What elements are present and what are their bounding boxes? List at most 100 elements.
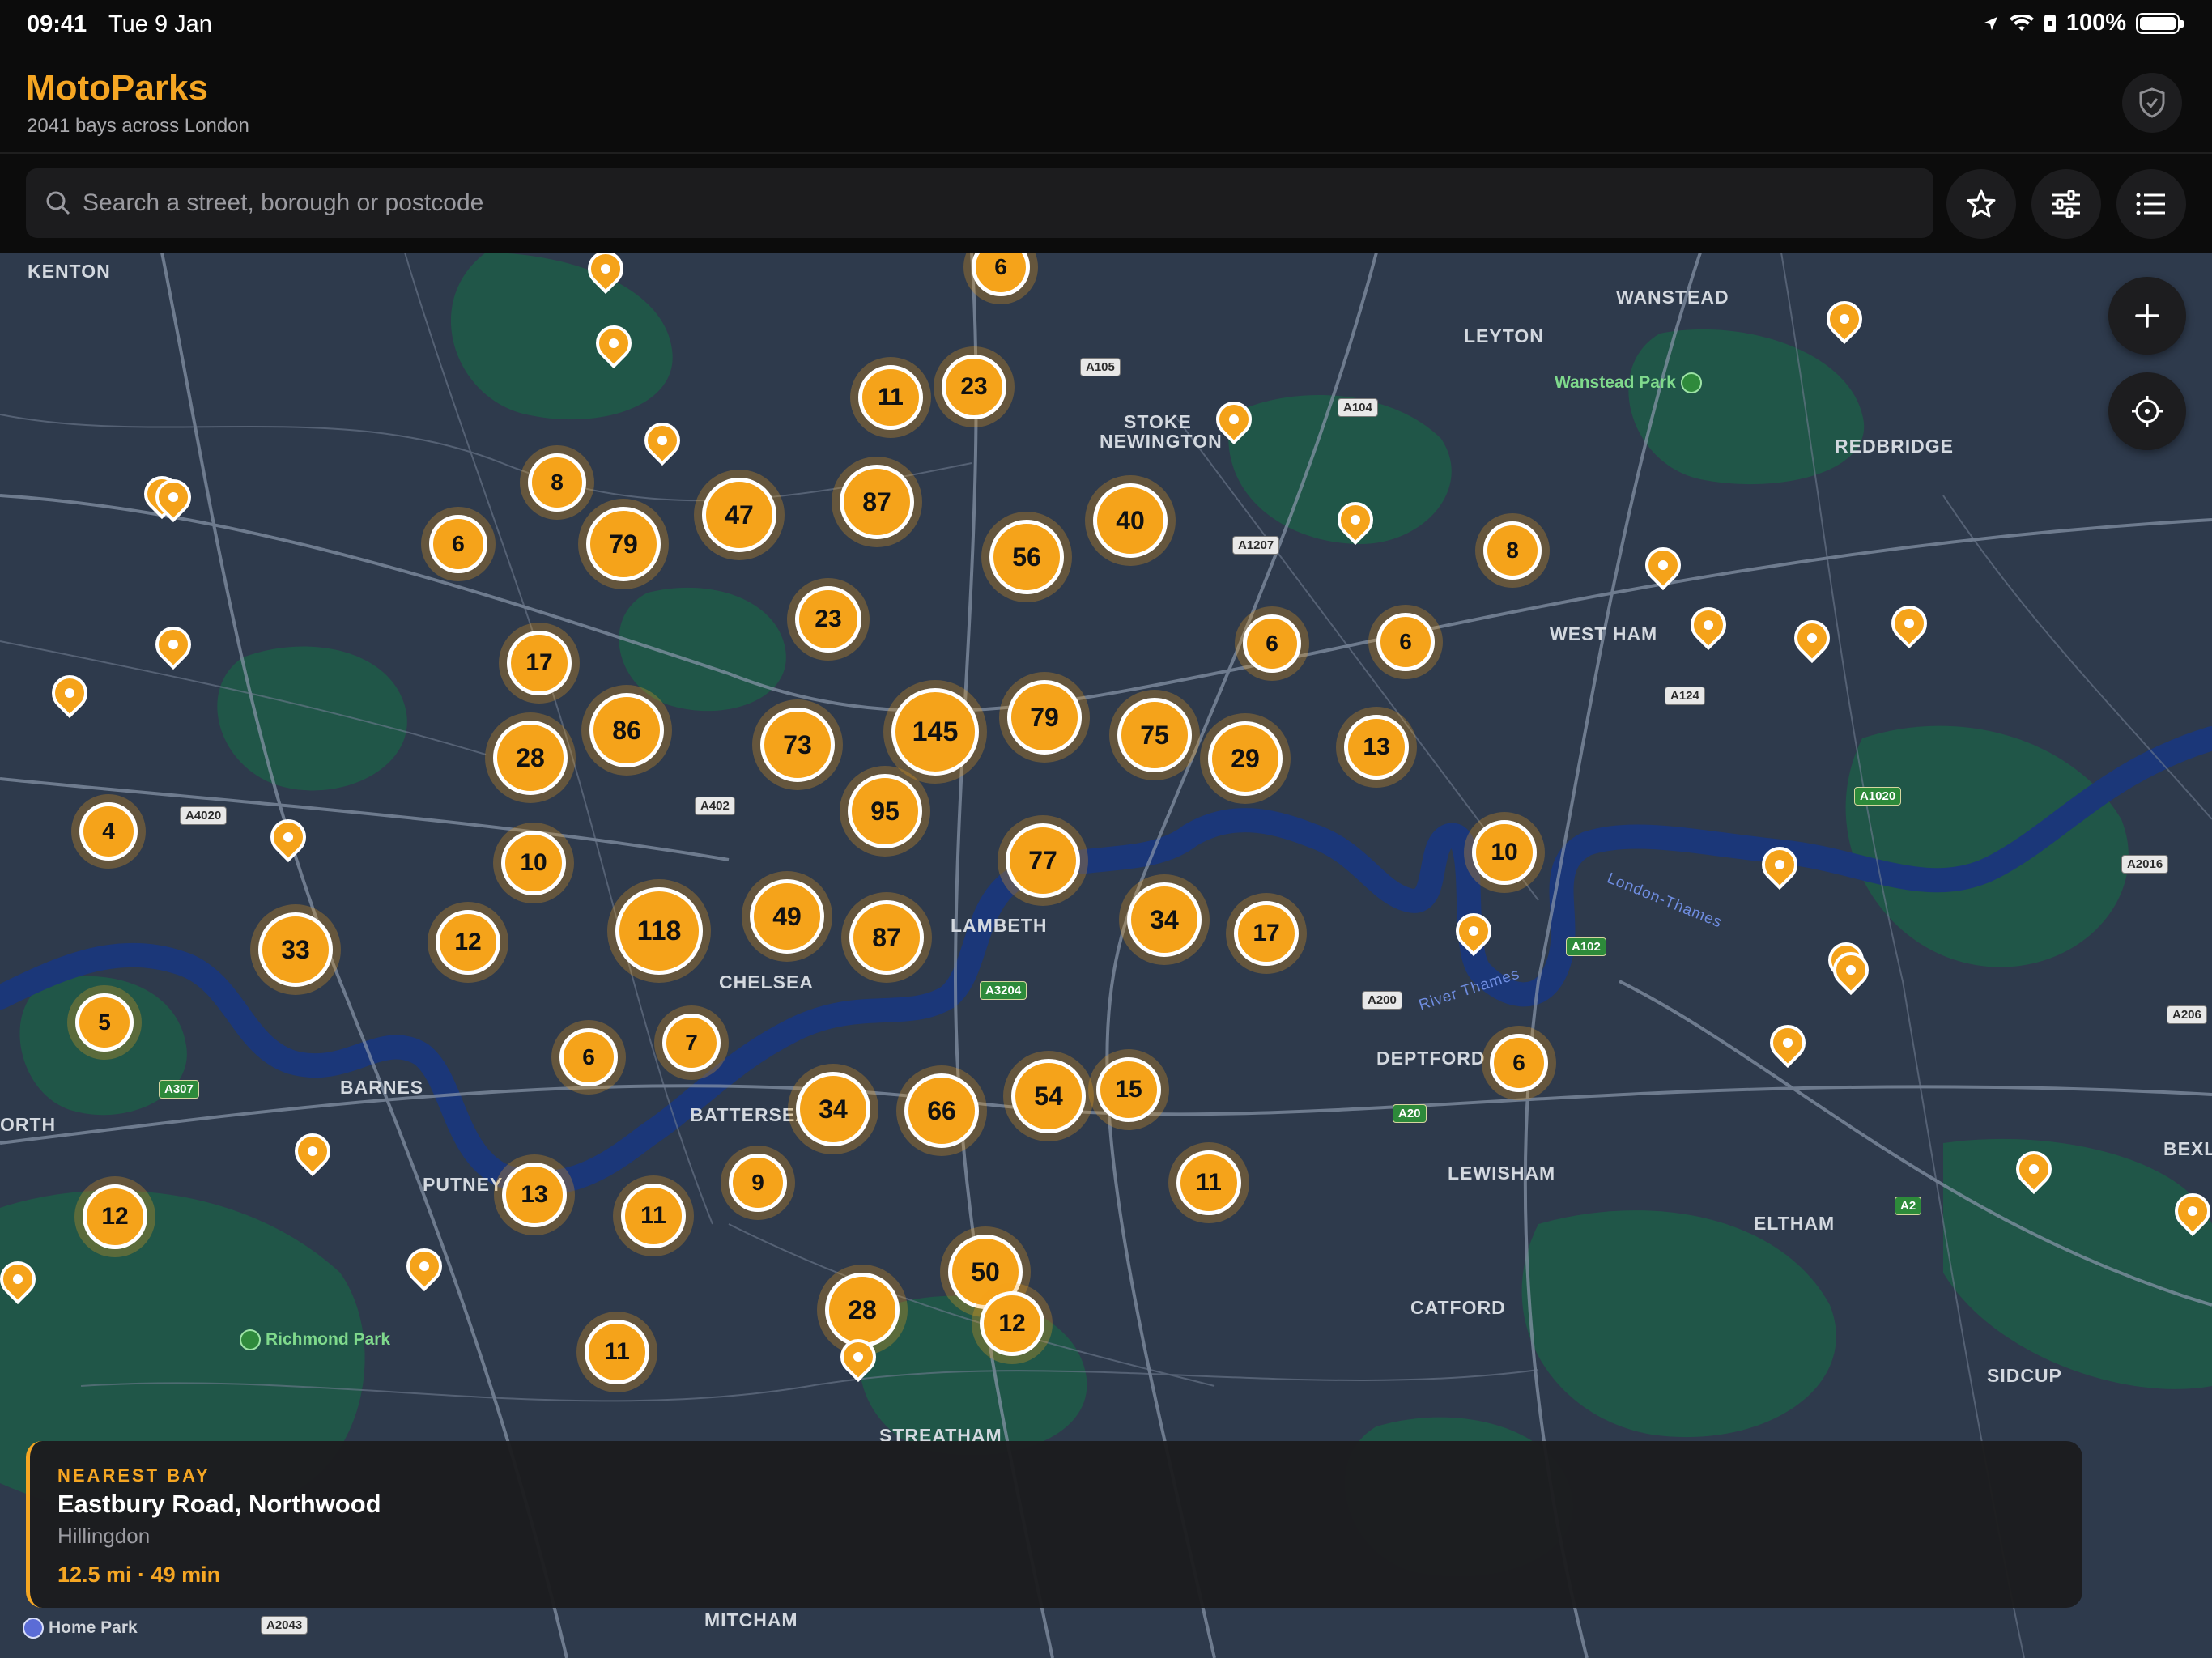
road-shield: A2043 <box>261 1616 308 1635</box>
bay-cluster[interactable]: 47 <box>702 478 776 552</box>
bay-cluster[interactable]: 6 <box>1490 1034 1548 1092</box>
location-arrow-icon <box>1984 16 1998 30</box>
road-shield: A307 <box>159 1080 199 1099</box>
bay-cluster[interactable]: 40 <box>1093 483 1168 558</box>
bay-cluster[interactable]: 11 <box>621 1184 686 1248</box>
road-shield: A402 <box>695 797 735 815</box>
road-shield: A124 <box>1665 687 1705 705</box>
status-date: Tue 9 Jan <box>108 11 212 37</box>
app-title: MotoParks <box>26 68 208 108</box>
bay-cluster[interactable]: 79 <box>586 507 661 581</box>
place-label: LEYTON <box>1464 325 1544 346</box>
bay-cluster[interactable]: 8 <box>528 453 586 512</box>
search-bar[interactable] <box>26 168 1933 238</box>
status-time: 09:41 <box>27 11 87 37</box>
bay-cluster[interactable]: 29 <box>1208 721 1283 796</box>
bay-name: Eastbury Road, Northwood <box>57 1490 381 1518</box>
road-shield: A200 <box>1362 991 1402 1010</box>
bay-cluster[interactable]: 56 <box>989 520 1064 594</box>
bay-cluster[interactable]: 77 <box>1006 823 1080 898</box>
place-label: REDBRIDGE <box>1835 436 1955 457</box>
star-icon <box>1967 189 1996 218</box>
bay-cluster[interactable]: 6 <box>559 1028 618 1086</box>
bay-cluster[interactable]: 12 <box>436 910 500 975</box>
place-label: STOKE <box>1124 411 1192 432</box>
bay-cluster[interactable]: 15 <box>1096 1057 1161 1122</box>
bay-borough: Hillingdon <box>57 1524 151 1548</box>
bay-cluster[interactable]: 145 <box>891 688 979 776</box>
place-label: DEPTFORD <box>1376 1048 1486 1069</box>
app-subtitle: 2041 bays across London <box>27 115 249 137</box>
park-label: Richmond Park <box>240 1329 390 1350</box>
tree-icon <box>240 1329 261 1350</box>
card-kicker: NEAREST BAY <box>57 1465 211 1486</box>
place-label: KENTON <box>28 261 111 282</box>
wifi-icon <box>2009 14 2034 31</box>
bay-cluster[interactable]: 12 <box>83 1184 147 1249</box>
road-shield: A102 <box>1566 937 1606 956</box>
bay-cluster[interactable]: 6 <box>429 515 487 573</box>
bay-cluster[interactable]: 118 <box>615 887 703 975</box>
bay-cluster[interactable]: 75 <box>1117 698 1192 772</box>
battery-icon <box>2136 12 2184 34</box>
bay-cluster[interactable]: 87 <box>840 465 914 539</box>
bay-cluster[interactable]: 11 <box>1176 1150 1241 1215</box>
bay-cluster[interactable]: 28 <box>493 721 568 795</box>
bay-cluster[interactable]: 10 <box>501 831 566 895</box>
zoom-in-button[interactable] <box>2108 277 2186 355</box>
road-shield: A1207 <box>1232 536 1280 555</box>
road-shield: A20 <box>1393 1104 1427 1123</box>
bay-cluster[interactable]: 49 <box>750 879 824 954</box>
road-shield: A206 <box>2167 1005 2207 1024</box>
bay-cluster[interactable]: 7 <box>662 1014 721 1072</box>
bay-cluster[interactable]: 10 <box>1472 820 1537 885</box>
bay-cluster[interactable]: 23 <box>942 355 1006 419</box>
place-label: ELTHAM <box>1754 1213 1836 1234</box>
bay-cluster[interactable]: 34 <box>796 1072 870 1146</box>
bay-cluster[interactable]: 28 <box>825 1273 900 1347</box>
road-shield: A4020 <box>180 806 228 825</box>
place-label: LAMBETH <box>951 915 1048 936</box>
bay-cluster[interactable]: 11 <box>858 365 923 430</box>
bay-cluster[interactable]: 33 <box>258 912 333 987</box>
bay-cluster[interactable]: 95 <box>848 774 922 848</box>
bay-cluster[interactable]: 4 <box>79 802 138 861</box>
list-icon <box>2136 193 2165 215</box>
search-icon <box>45 190 71 216</box>
bay-cluster[interactable]: 5 <box>75 993 134 1052</box>
place-label: SIDCUP <box>1987 1365 2062 1386</box>
bay-cluster[interactable]: 11 <box>585 1320 649 1384</box>
bay-cluster[interactable]: 86 <box>589 693 664 767</box>
status-right: 100% <box>1982 10 2184 36</box>
bay-cluster[interactable]: 13 <box>1344 715 1409 780</box>
road-shield: A1020 <box>1854 787 1902 806</box>
bay-cluster[interactable]: 9 <box>729 1154 787 1212</box>
app-header: MotoParks 2041 bays across London <box>0 52 2212 154</box>
bay-cluster[interactable]: 34 <box>1127 882 1202 957</box>
bay-cluster[interactable]: 17 <box>1234 901 1299 966</box>
filters-button[interactable] <box>2031 169 2101 239</box>
park-label: Home Park <box>23 1618 138 1639</box>
locate-me-button[interactable] <box>2108 372 2186 450</box>
bay-cluster[interactable]: 13 <box>502 1163 567 1227</box>
bay-cluster[interactable]: 12 <box>980 1291 1044 1356</box>
bay-cluster[interactable]: 6 <box>1376 613 1435 671</box>
place-label: BATTERSEA <box>690 1104 810 1125</box>
bay-cluster[interactable]: 73 <box>760 708 835 782</box>
bay-cluster[interactable]: 23 <box>795 586 861 653</box>
bay-cluster[interactable]: 79 <box>1007 680 1082 755</box>
bay-cluster[interactable]: 8 <box>1483 521 1542 580</box>
nearest-bay-card[interactable]: NEAREST BAY Eastbury Road, Northwood Hil… <box>26 1441 2082 1608</box>
shield-icon <box>2139 87 2165 118</box>
bay-cluster[interactable]: 17 <box>507 631 572 695</box>
place-label: MITCHAM <box>704 1609 798 1630</box>
favorites-button[interactable] <box>1946 169 2016 239</box>
list-view-button[interactable] <box>2116 169 2186 239</box>
bay-cluster[interactable]: 66 <box>904 1073 979 1148</box>
bay-cluster[interactable]: 87 <box>849 900 924 975</box>
bay-cluster[interactable]: 54 <box>1011 1059 1086 1133</box>
privacy-button[interactable] <box>2122 73 2182 133</box>
bay-cluster[interactable]: 6 <box>1243 614 1301 673</box>
search-input[interactable] <box>83 189 1864 217</box>
place-label: ORTH <box>0 1114 57 1135</box>
